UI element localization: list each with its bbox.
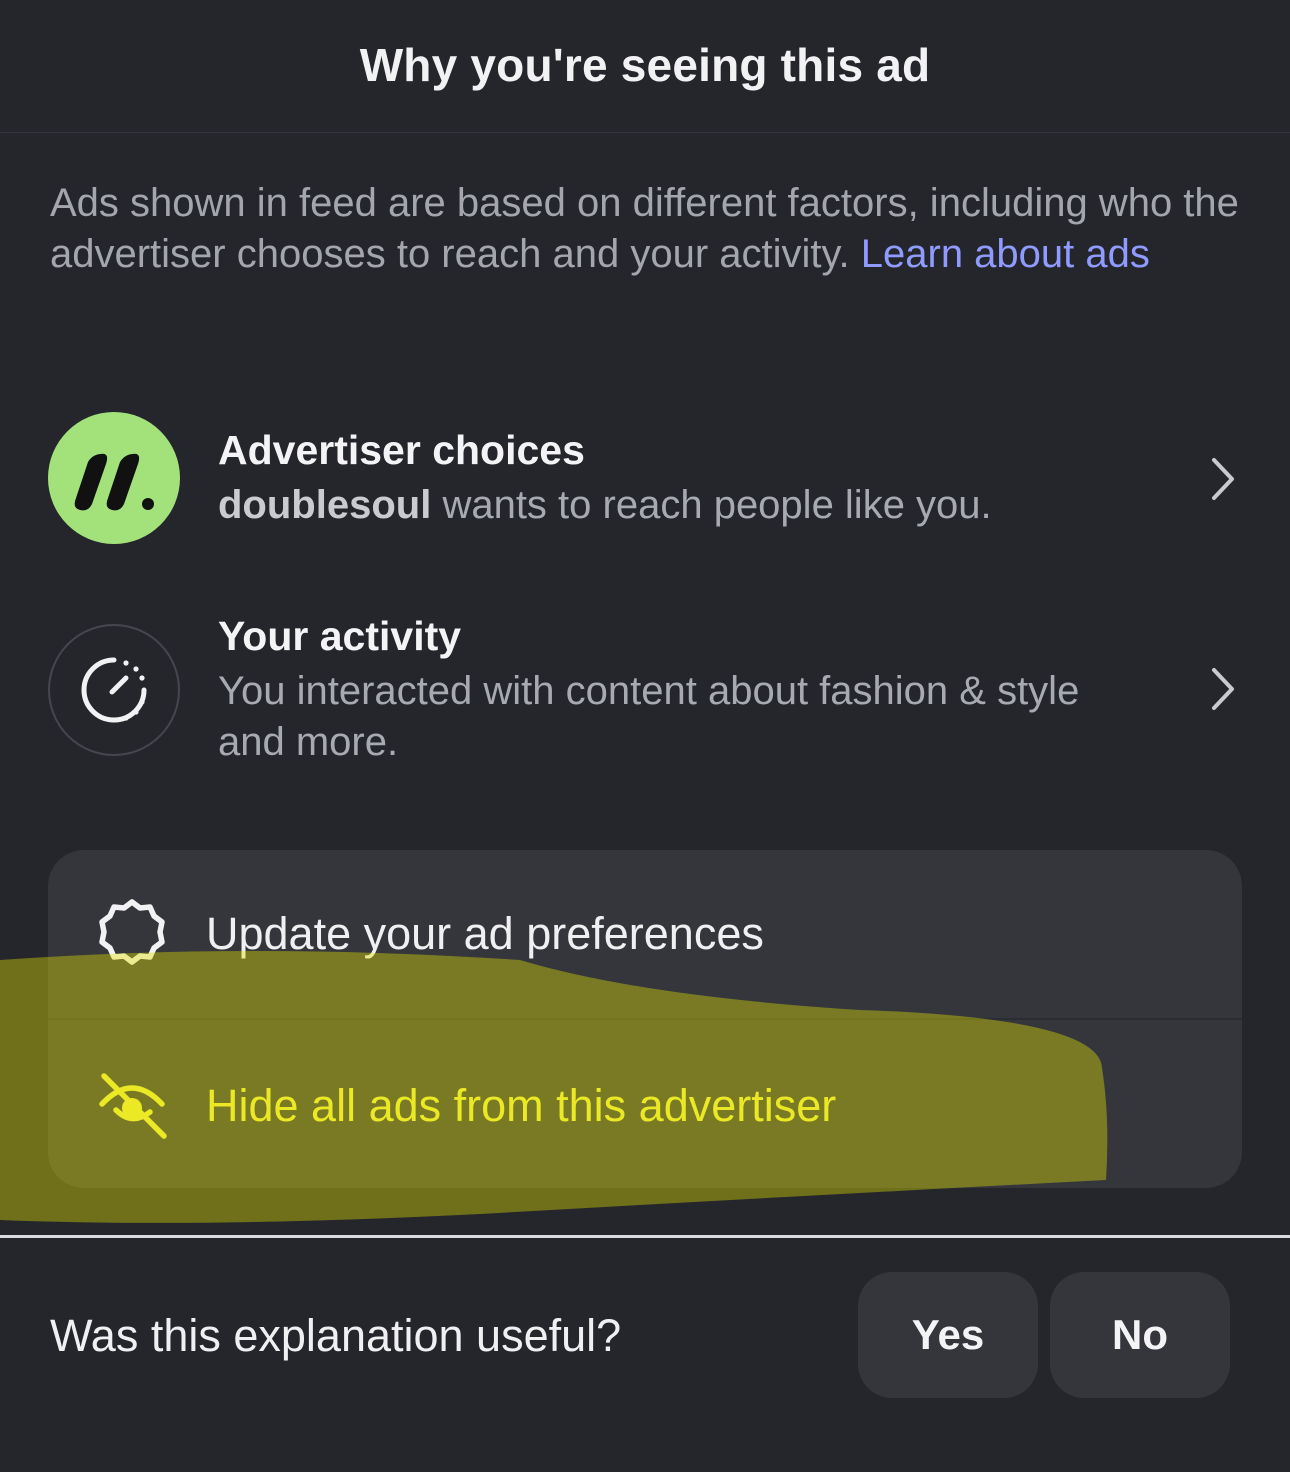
row-title: Advertiser choices (218, 427, 585, 473)
activity-timer-icon (48, 624, 180, 756)
update-ad-preferences-item[interactable]: Update your ad preferences (48, 850, 1242, 1020)
menu-item-label: Update your ad preferences (206, 908, 764, 959)
your-activity-row[interactable]: Your activity You interacted with conten… (48, 600, 1242, 780)
your-activity-text: Your activity You interacted with conten… (218, 612, 1098, 768)
no-button[interactable]: No (1050, 1272, 1230, 1398)
ad-options-menu: Update your ad preferences Hide all ads … (48, 850, 1242, 1188)
eye-slash-icon (99, 1073, 167, 1139)
chevron-right-icon (1212, 458, 1234, 500)
yes-button[interactable]: Yes (858, 1272, 1038, 1398)
hide-all-ads-item[interactable]: Hide all ads from this advertiser (48, 1020, 1242, 1188)
advertiser-logo-icon (48, 412, 180, 544)
row-description: You interacted with content about fashio… (218, 669, 1080, 764)
advertiser-choices-text: Advertiser choices doublesoul wants to r… (218, 426, 1098, 531)
advertiser-name: doublesoul (218, 483, 432, 527)
chevron-right-icon (1212, 668, 1234, 710)
advertiser-choices-row[interactable]: Advertiser choices doublesoul wants to r… (48, 412, 1242, 544)
row-description-text: wants to reach people like you. (431, 483, 992, 527)
row-title: Your activity (218, 613, 462, 659)
intro-text: Ads shown in feed are based on different… (50, 178, 1240, 280)
sheet-header: Why you're seeing this ad (0, 0, 1290, 133)
row-description: doublesoul wants to reach people like yo… (218, 480, 1098, 531)
feedback-question: Was this explanation useful? (50, 1310, 622, 1361)
gear-icon (99, 899, 165, 965)
learn-about-ads-link[interactable]: Learn about ads (861, 232, 1150, 276)
page-title: Why you're seeing this ad (359, 39, 931, 91)
section-divider (0, 1235, 1290, 1238)
menu-item-label: Hide all ads from this advertiser (206, 1080, 837, 1131)
